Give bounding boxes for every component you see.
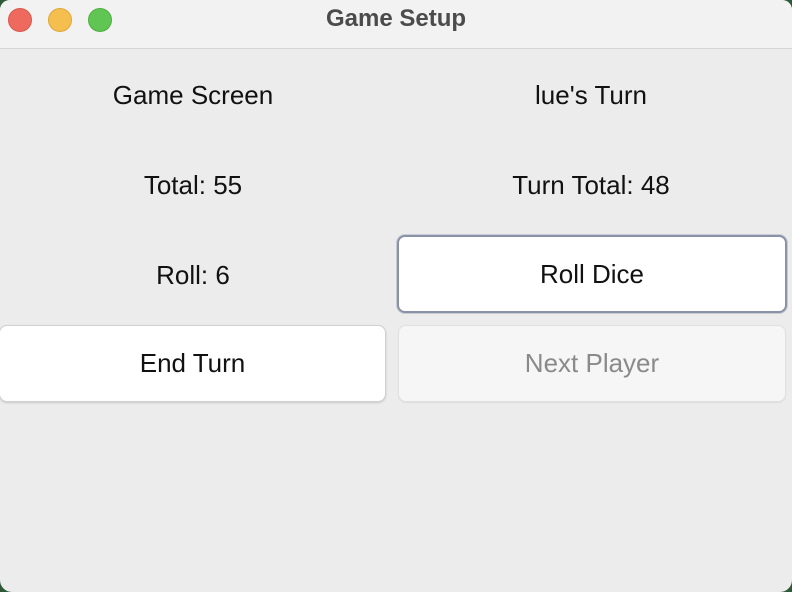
end-turn-button[interactable]: End Turn <box>0 325 386 402</box>
game-screen-label: Game Screen <box>112 80 274 110</box>
turn-total-label: Turn Total: 48 <box>512 170 670 200</box>
game-setup-window: Game Setup Game Screen lue's Turn Total:… <box>0 0 792 592</box>
roll-dice-button[interactable]: Roll Dice <box>397 235 787 313</box>
turn-label: lue's Turn <box>535 80 647 110</box>
roll-label: Roll: 6 <box>156 260 230 290</box>
title-bar[interactable]: Game Setup <box>0 0 792 49</box>
total-label: Total: 55 <box>143 170 243 200</box>
window-title: Game Setup <box>325 5 467 32</box>
next-player-button[interactable]: Next Player <box>398 325 786 402</box>
